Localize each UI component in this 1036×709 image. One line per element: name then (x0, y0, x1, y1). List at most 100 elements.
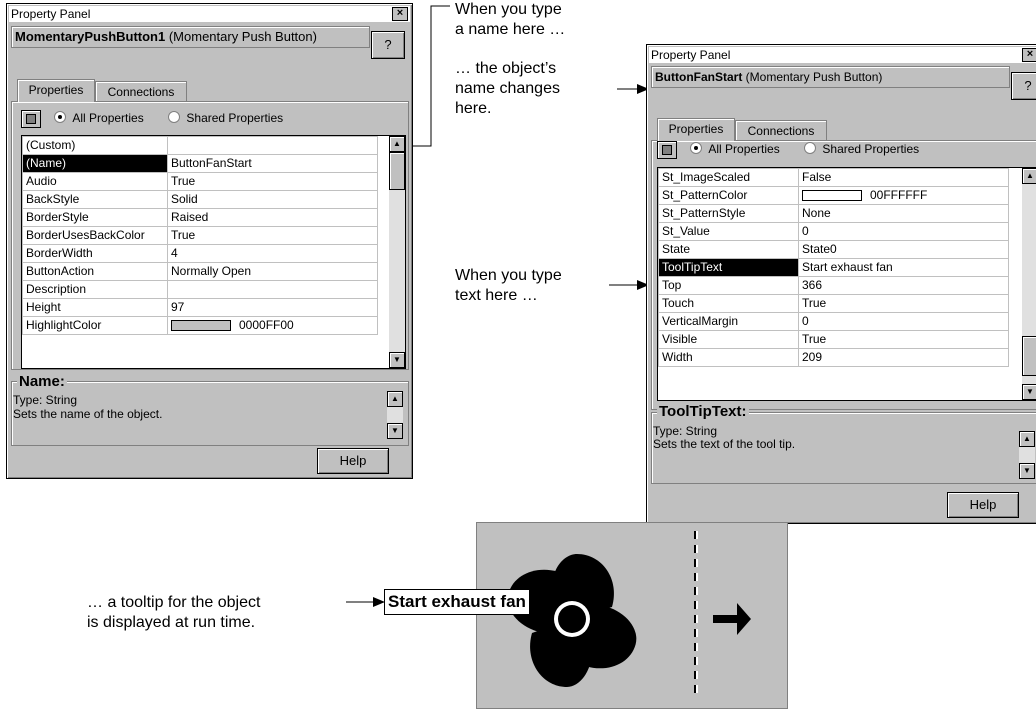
property-value[interactable]: 0 (798, 312, 1009, 331)
left-help-button[interactable]: Help (317, 448, 389, 474)
desc-scroll-up-icon[interactable]: ▲ (387, 391, 403, 407)
property-value[interactable]: Raised (167, 208, 378, 227)
radio-all-label: All Properties (72, 111, 144, 126)
property-value[interactable]: 366 (798, 276, 1009, 295)
left-title: Property Panel (11, 7, 91, 21)
property-value[interactable]: Start exhaust fan (798, 258, 1009, 277)
property-row[interactable]: (Custom) (22, 136, 378, 155)
fan-icon (507, 531, 751, 699)
property-row[interactable]: St_Value 0 (658, 222, 1009, 241)
property-value[interactable] (167, 280, 378, 299)
property-row[interactable]: BorderUsesBackColor True (22, 226, 378, 245)
scroll-thumb[interactable] (389, 152, 405, 190)
radio-shared-properties[interactable] (804, 142, 817, 155)
right-grid-scrollbar[interactable]: ▲ ▼ (1022, 168, 1036, 400)
property-row[interactable]: Audio True (22, 172, 378, 191)
property-value[interactable]: 0000FF00 (167, 316, 378, 335)
property-key: Visible (658, 330, 799, 349)
property-value[interactable]: True (167, 226, 378, 245)
radio-all-properties[interactable] (690, 142, 703, 155)
property-row[interactable]: Top 366 (658, 276, 1009, 295)
tab-connections[interactable]: Connections (95, 81, 187, 102)
categorize-icon[interactable] (657, 141, 677, 159)
left-desc-scrollbar[interactable]: ▲ ▼ (387, 391, 403, 439)
property-row[interactable]: (Name) ButtonFanStart (22, 154, 378, 173)
property-value[interactable]: Solid (167, 190, 378, 209)
scroll-thumb[interactable] (1022, 336, 1036, 376)
close-icon[interactable]: × (392, 7, 408, 21)
property-key: St_PatternColor (658, 186, 799, 205)
tab-connections[interactable]: Connections (735, 120, 827, 141)
right-title-bar[interactable]: Property Panel × (649, 47, 1036, 63)
property-key: St_Value (658, 222, 799, 241)
property-key: BorderWidth (22, 244, 168, 263)
fan-button[interactable] (476, 522, 788, 709)
right-object-type: (Momentary Push Button) (742, 70, 883, 84)
right-title: Property Panel (651, 48, 731, 62)
scroll-up-icon[interactable]: ▲ (1022, 168, 1036, 184)
right-help-question-button[interactable]: ? (1011, 72, 1036, 100)
property-row[interactable]: State State0 (658, 240, 1009, 259)
property-row[interactable]: Visible True (658, 330, 1009, 349)
left-title-bar[interactable]: Property Panel × (9, 6, 410, 22)
property-value[interactable]: 209 (798, 348, 1009, 367)
property-value[interactable]: True (167, 172, 378, 191)
desc-scroll-down-icon[interactable]: ▼ (1019, 463, 1035, 479)
left-filter-row: All Properties Shared Properties (21, 110, 283, 128)
property-value[interactable]: 97 (167, 298, 378, 317)
close-icon[interactable]: × (1022, 48, 1036, 62)
property-value[interactable]: 00FFFFFF (798, 186, 1009, 205)
radio-all-properties[interactable] (54, 111, 67, 124)
scroll-down-icon[interactable]: ▼ (1022, 384, 1036, 400)
property-row[interactable]: St_PatternColor 00FFFFFF (658, 186, 1009, 205)
property-row[interactable]: Height 97 (22, 298, 378, 317)
scroll-up-icon[interactable]: ▲ (389, 136, 405, 152)
tab-properties[interactable]: Properties (657, 118, 735, 141)
desc-scroll-down-icon[interactable]: ▼ (387, 423, 403, 439)
property-key: Touch (658, 294, 799, 313)
property-value[interactable]: ButtonFanStart (167, 154, 378, 173)
right-desc-scrollbar[interactable]: ▲ ▼ (1019, 431, 1035, 479)
property-row[interactable]: St_ImageScaled False (658, 168, 1009, 187)
property-value[interactable]: State0 (798, 240, 1009, 259)
fan-hub-center (558, 605, 586, 633)
left-help-question-button[interactable]: ? (371, 31, 405, 59)
property-row[interactable]: Width 209 (658, 348, 1009, 367)
property-value-text: 0000FF00 (239, 318, 294, 332)
desc-scroll-up-icon[interactable]: ▲ (1019, 431, 1035, 447)
right-tab-strip: Properties Connections (657, 118, 917, 142)
property-row[interactable]: BorderWidth 4 (22, 244, 378, 263)
property-value[interactable]: 0 (798, 222, 1009, 241)
property-value[interactable]: None (798, 204, 1009, 223)
property-value[interactable]: 4 (167, 244, 378, 263)
left-desc-text: Sets the name of the object. (13, 407, 163, 421)
left-tab-strip: Properties Connections (17, 79, 277, 103)
property-value[interactable]: Normally Open (167, 262, 378, 281)
right-help-button[interactable]: Help (947, 492, 1019, 518)
left-desc-title: Name: (17, 373, 67, 390)
tab-properties[interactable]: Properties (17, 79, 95, 102)
right-grid-table: St_ImageScaled False St_PatternColor 00FFFF… (658, 168, 1009, 367)
property-row[interactable]: St_PatternStyle None (658, 204, 1009, 223)
right-arrow-icon (713, 603, 751, 635)
property-key: HighlightColor (22, 316, 168, 335)
property-row[interactable]: VerticalMargin 0 (658, 312, 1009, 331)
radio-shared-properties[interactable] (168, 111, 181, 124)
property-row[interactable]: BorderStyle Raised (22, 208, 378, 227)
property-row[interactable]: ToolTipText Start exhaust fan (658, 258, 1009, 277)
property-row[interactable]: BackStyle Solid (22, 190, 378, 209)
property-row[interactable]: HighlightColor 0000FF00 (22, 316, 378, 335)
categorize-icon[interactable] (21, 110, 41, 128)
property-value[interactable] (167, 136, 378, 155)
left-grid-scrollbar[interactable]: ▲ ▼ (389, 136, 405, 368)
property-row[interactable]: ButtonAction Normally Open (22, 262, 378, 281)
property-key: BackStyle (22, 190, 168, 209)
left-property-panel: Property Panel × MomentaryPushButton1 (M… (6, 3, 413, 479)
property-value[interactable]: True (798, 330, 1009, 349)
property-row[interactable]: Touch True (658, 294, 1009, 313)
property-value[interactable]: False (798, 168, 1009, 187)
property-value[interactable]: True (798, 294, 1009, 313)
property-row[interactable]: Description (22, 280, 378, 299)
scroll-down-icon[interactable]: ▼ (389, 352, 405, 368)
property-key: (Name) (22, 154, 168, 173)
